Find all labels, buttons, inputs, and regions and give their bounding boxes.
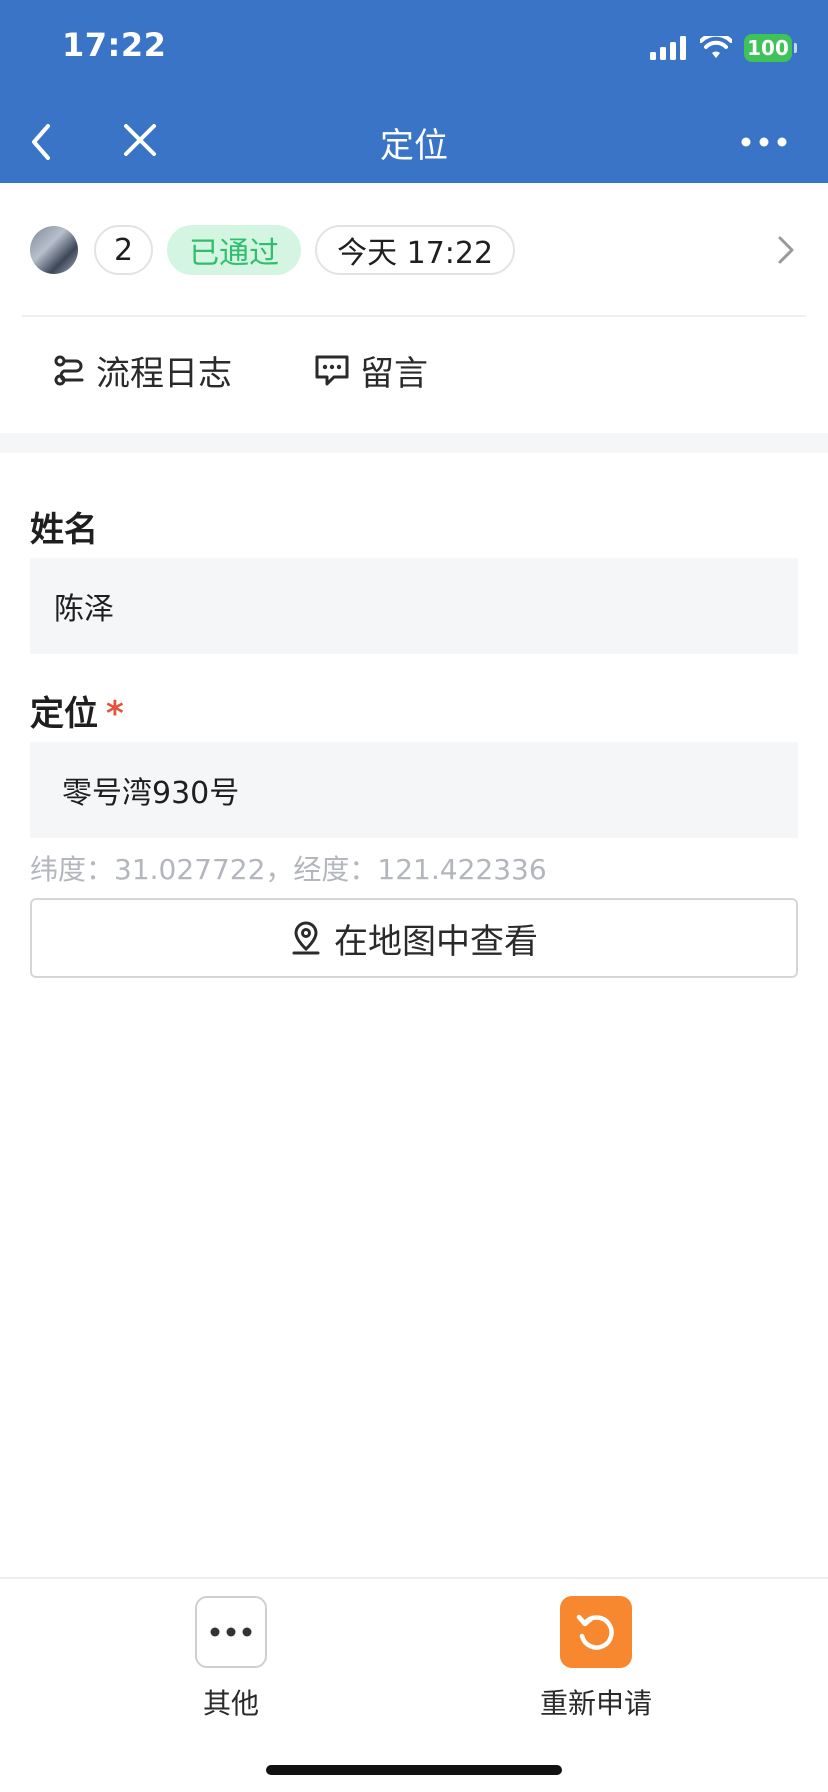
process-log-label: 流程日志 <box>96 353 232 394</box>
approval-status-row[interactable]: 2 已通过 今天 17:22 <box>30 224 798 276</box>
comment-button[interactable]: 留言 <box>314 350 428 394</box>
name-field-label-text: 姓名 <box>30 510 98 550</box>
comment-label: 留言 <box>360 353 428 394</box>
name-field-label: 姓名 <box>30 502 98 551</box>
location-field-label: 定位 * <box>30 686 124 735</box>
page-title: 定位 <box>380 126 448 166</box>
divider <box>22 315 806 317</box>
header-bar: 17:22 100 定位 <box>0 0 828 183</box>
signal-icon <box>650 36 686 60</box>
comment-icon <box>315 355 349 386</box>
bottom-bar-divider <box>0 1577 828 1579</box>
approver-count-badge: 2 <box>94 225 154 275</box>
view-on-map-button[interactable]: 在地图中查看 <box>30 898 798 978</box>
section-divider <box>0 433 828 453</box>
approval-time: 今天 17:22 <box>315 225 516 275</box>
view-on-map-label: 在地图中查看 <box>334 921 538 962</box>
location-field: 零号湾930号 <box>30 742 798 838</box>
location-field-label-text: 定位 <box>30 694 98 734</box>
status-time: 17:22 <box>62 26 167 64</box>
battery-icon: 100 <box>744 34 797 62</box>
home-indicator[interactable] <box>266 1765 562 1775</box>
reapply-label: 重新申请 <box>539 1687 652 1720</box>
status-icons: 100 <box>650 34 797 62</box>
avatar <box>30 226 78 274</box>
refresh-icon <box>560 1596 632 1668</box>
name-field: 陈泽 <box>30 558 798 654</box>
other-button[interactable]: 其他 <box>151 1596 311 1722</box>
more-dots-icon <box>195 1596 267 1668</box>
coordinates-text: 纬度：31.027722，经度：121.422336 <box>30 853 547 886</box>
location-field-value: 零号湾930号 <box>62 776 240 811</box>
wifi-icon <box>700 36 732 58</box>
map-pin-icon <box>292 921 320 955</box>
battery-level: 100 <box>747 36 789 60</box>
chevron-right-icon[interactable] <box>774 232 798 268</box>
name-field-value: 陈泽 <box>54 592 114 627</box>
route-icon <box>54 355 84 386</box>
required-mark: * <box>106 694 124 734</box>
more-dots-icon[interactable] <box>740 132 788 152</box>
status-badge: 已通过 <box>167 225 302 275</box>
other-label: 其他 <box>202 1687 259 1720</box>
process-log-button[interactable]: 流程日志 <box>52 350 232 394</box>
reapply-button[interactable]: 重新申请 <box>516 1596 676 1722</box>
